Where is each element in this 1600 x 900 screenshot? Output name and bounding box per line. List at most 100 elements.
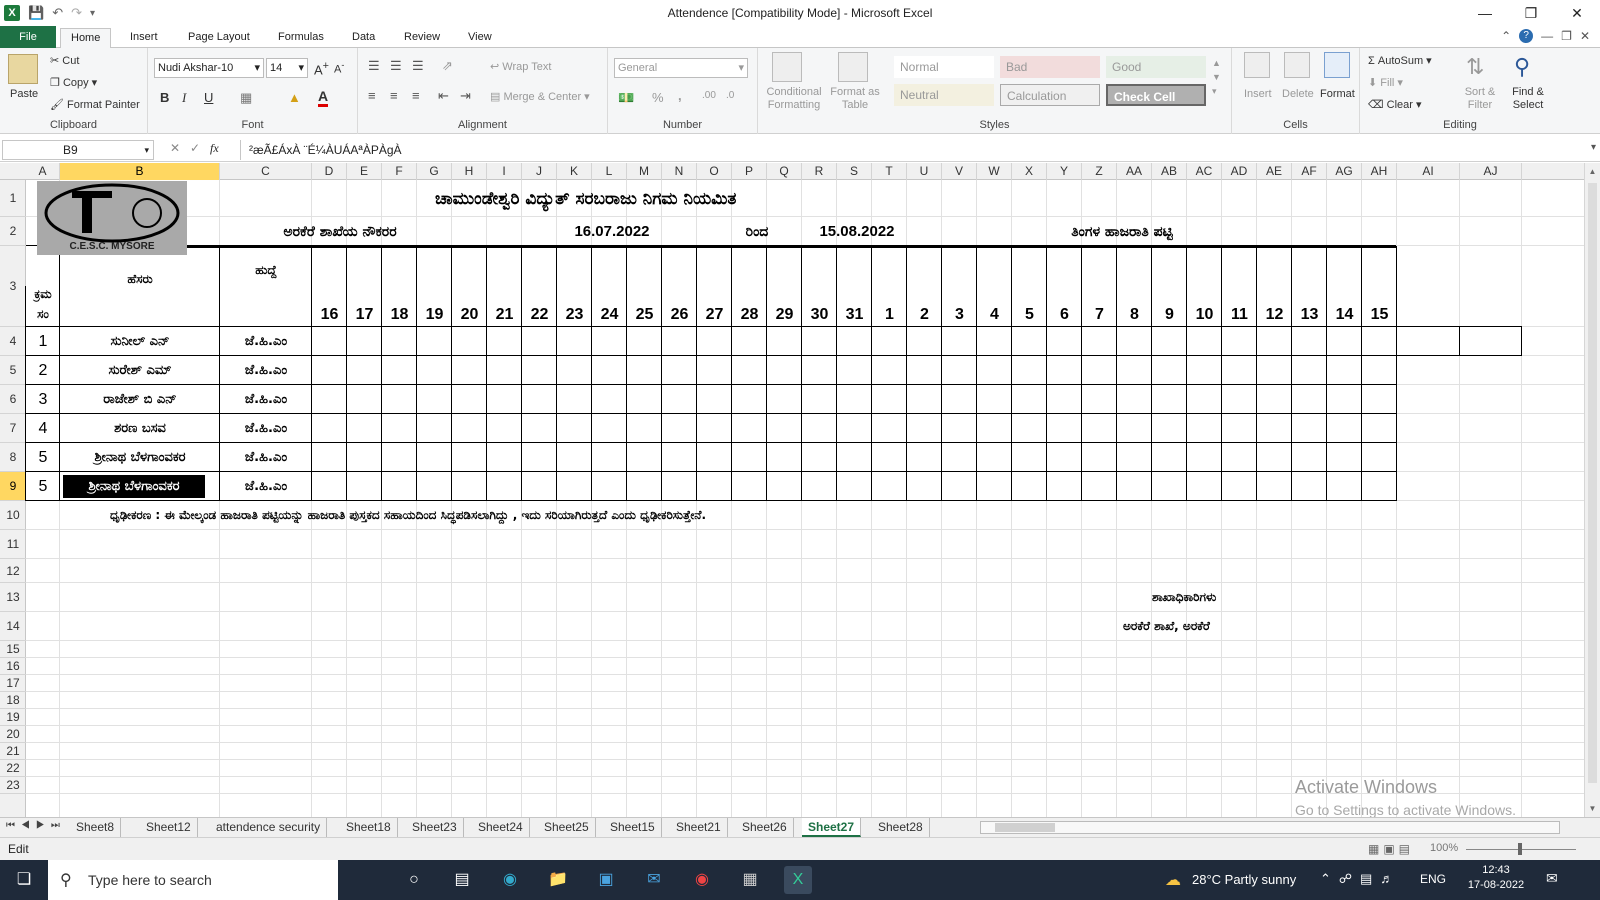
header-day-27[interactable]: 27	[697, 246, 732, 327]
clear-button[interactable]: Clear	[1387, 99, 1413, 111]
number-format-box[interactable]: General ▾	[614, 58, 748, 78]
row-header-10[interactable]: 10	[0, 501, 26, 530]
header-day-10[interactable]: 10	[1187, 246, 1222, 327]
column-header-af[interactable]: AF	[1292, 163, 1327, 180]
view-buttons-icon[interactable]: ▦▣▤	[1368, 842, 1414, 856]
date-from[interactable]: 16.07.2022	[557, 217, 667, 246]
certification-text[interactable]: ಧೃಢೀಕರಣ : ಈ ಮೇಲ್ಕಂಡ ಹಾಜರಾತಿ ಪಟ್ಟಿಯನ್ನು ಹ…	[110, 501, 1210, 530]
enter-icon[interactable]: ✓	[190, 141, 200, 155]
header-day-2[interactable]: 2	[907, 246, 942, 327]
autosum-button[interactable]: AutoSum	[1378, 55, 1423, 67]
header-day-30[interactable]: 30	[802, 246, 837, 327]
minimize-icon[interactable]: —	[1462, 0, 1508, 26]
help-icon[interactable]: ?	[1519, 29, 1534, 43]
language-indicator[interactable]: ENG	[1420, 872, 1446, 886]
sheet-tab-sheet15[interactable]: Sheet15	[604, 818, 662, 837]
sheet-tab-sheet28[interactable]: Sheet28	[872, 818, 930, 837]
conditional-formatting-button[interactable]: Conditional Formatting	[764, 86, 824, 112]
header-day-9[interactable]: 9	[1152, 246, 1187, 327]
header-day-17[interactable]: 17	[347, 246, 382, 327]
file-explorer-icon[interactable]: 📁	[544, 866, 572, 894]
column-header-ai[interactable]: AI	[1397, 163, 1460, 180]
undo-icon[interactable]: ↶	[52, 5, 63, 21]
column-header-z[interactable]: Z	[1082, 163, 1117, 180]
column-header-q[interactable]: Q	[767, 163, 802, 180]
row-designation[interactable]: ಜೆ.ಹಿ.ಎಂ	[220, 327, 312, 356]
header-designation[interactable]: ಹುದ್ದೆ	[220, 246, 312, 295]
tab-review[interactable]: Review	[394, 28, 450, 49]
column-header-a[interactable]: A	[26, 163, 60, 180]
header-day-26[interactable]: 26	[662, 246, 697, 327]
row-header-14[interactable]: 14	[0, 612, 26, 641]
style-bad[interactable]: Bad	[1000, 56, 1100, 78]
taskbar-clock[interactable]: 12:43 17-08-2022	[1460, 864, 1532, 891]
sheet-tab-sheet26[interactable]: Sheet26	[736, 818, 794, 837]
sheet-tab-attendence-security[interactable]: attendence security	[210, 818, 328, 837]
tab-view[interactable]: View	[458, 28, 502, 49]
row-serial[interactable]: 5	[26, 443, 60, 472]
workbook-minimize-icon[interactable]: —	[1541, 29, 1553, 43]
system-tray-icons[interactable]: ⌃☍▤♬	[1320, 871, 1401, 887]
header-day-7[interactable]: 7	[1082, 246, 1117, 327]
column-header-ah[interactable]: AH	[1362, 163, 1397, 180]
signature-branch[interactable]: ಅರಕೆರೆ ಶಾಖೆ, ಅರಕೆರೆ	[1123, 612, 1303, 641]
tab-formulas[interactable]: Formulas	[268, 28, 334, 49]
column-header-j[interactable]: J	[522, 163, 557, 180]
percent-button[interactable]: %	[652, 90, 664, 105]
increase-indent-icon[interactable]: ⇥	[460, 88, 471, 104]
row-header-21[interactable]: 21	[0, 743, 26, 760]
style-check-cell[interactable]: Check Cell	[1106, 84, 1206, 106]
row-header-13[interactable]: 13	[0, 583, 26, 612]
windows-start-icon[interactable]: ❏	[10, 866, 38, 894]
row-header-22[interactable]: 22	[0, 760, 26, 777]
italic-button[interactable]: I	[182, 90, 186, 106]
row-serial[interactable]: 3	[26, 385, 60, 414]
sheet-tab-sheet25[interactable]: Sheet25	[538, 818, 596, 837]
header-day-21[interactable]: 21	[487, 246, 522, 327]
column-header-aa[interactable]: AA	[1117, 163, 1152, 180]
row-header-17[interactable]: 17	[0, 675, 26, 692]
signature-officer[interactable]: ಶಾಖಾಧಿಕಾರಿಗಳು	[1152, 583, 1302, 612]
close-icon[interactable]: ✕	[1554, 0, 1600, 26]
taskview-timeline-icon[interactable]: ▤	[448, 866, 476, 894]
row-header-12[interactable]: 12	[0, 559, 26, 583]
column-header-ac[interactable]: AC	[1187, 163, 1222, 180]
align-center-icon[interactable]: ≡	[390, 88, 398, 103]
style-neutral[interactable]: Neutral	[894, 84, 994, 106]
orientation-icon[interactable]: ⇗	[442, 58, 453, 74]
row-name[interactable]: ಸುರೇಶ್ ಎಮ್	[60, 356, 220, 385]
wrap-text-button[interactable]: Wrap Text	[502, 61, 551, 73]
column-header-i[interactable]: I	[487, 163, 522, 180]
row-header-15[interactable]: 15	[0, 641, 26, 658]
font-name-box[interactable]: Nudi Akshar-10 ▾	[154, 58, 264, 78]
header-day-24[interactable]: 24	[592, 246, 627, 327]
fill-button[interactable]: Fill	[1380, 77, 1394, 89]
tab-home[interactable]: Home	[60, 28, 112, 49]
header-day-1[interactable]: 1	[872, 246, 907, 327]
workbook-restore-icon[interactable]: ❐	[1561, 29, 1572, 43]
row-header-20[interactable]: 20	[0, 726, 26, 743]
column-header-m[interactable]: M	[627, 163, 662, 180]
column-header-ad[interactable]: AD	[1222, 163, 1257, 180]
paste-button[interactable]: Paste	[10, 88, 38, 100]
delete-cells-button[interactable]: Delete	[1282, 88, 1314, 100]
row-header-6[interactable]: 6	[0, 385, 26, 414]
edge-icon[interactable]: ◉	[496, 866, 524, 894]
row-name[interactable]: ಶರಣ ಬಸವ	[60, 414, 220, 443]
fill-color-icon[interactable]: ▲	[288, 90, 301, 105]
column-header-b[interactable]: B	[60, 163, 220, 180]
header-day-5[interactable]: 5	[1012, 246, 1047, 327]
column-header-k[interactable]: K	[557, 163, 592, 180]
column-header-l[interactable]: L	[592, 163, 627, 180]
decrease-indent-icon[interactable]: ⇤	[438, 88, 449, 104]
cut-button[interactable]: Cut	[62, 55, 79, 67]
row-designation[interactable]: ಜೆ.ಹಿ.ಎಂ	[220, 356, 312, 385]
restore-icon[interactable]: ❐	[1508, 0, 1554, 26]
row-header-2[interactable]: 2	[0, 217, 26, 246]
underline-button[interactable]: U	[204, 90, 213, 105]
borders-icon[interactable]: ▦	[240, 90, 252, 106]
sheet-title[interactable]: ಚಾಮುಂಡೇಶ್ವರಿ ವಿದ್ಯುತ್ ಸರಬರಾಜು ನಿಗಮ ನಿಯಮಿ…	[220, 180, 1420, 217]
row-serial[interactable]: 5	[26, 472, 60, 501]
header-day-14[interactable]: 14	[1327, 246, 1362, 327]
row-designation[interactable]: ಜೆ.ಹಿ.ಎಂ	[220, 414, 312, 443]
